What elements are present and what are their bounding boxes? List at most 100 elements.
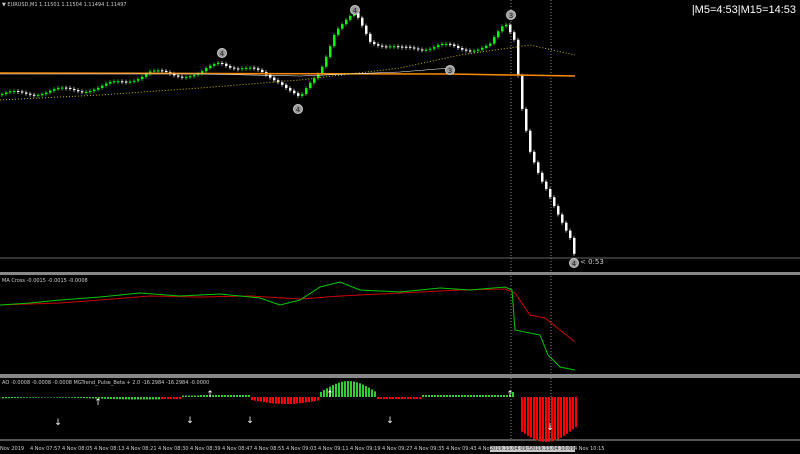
ao-bar <box>449 395 451 397</box>
ao-bar <box>290 397 292 404</box>
candle <box>309 82 312 89</box>
time-axis-label: 4 Nov 08:30 <box>158 446 189 452</box>
candle <box>521 75 524 109</box>
ao-bar <box>122 397 124 400</box>
arrow-up-icon: ↑ <box>326 390 334 400</box>
ao-bar <box>182 395 184 397</box>
ao-bar <box>128 397 130 400</box>
candle <box>369 33 372 42</box>
arrow-down-icon: ↓ <box>54 418 62 428</box>
candle <box>81 91 84 93</box>
candle <box>285 84 288 89</box>
candle <box>225 63 228 66</box>
ao-bar <box>491 395 493 397</box>
ao-bar <box>524 397 526 434</box>
ao-bar <box>176 397 178 399</box>
time-axis-label: 2019.11.04 09:59 <box>490 446 535 452</box>
candle <box>101 85 104 88</box>
candle <box>461 48 464 50</box>
candle <box>21 91 24 93</box>
candle <box>441 43 444 46</box>
ao-bar <box>134 397 136 400</box>
candle <box>97 87 100 90</box>
ao-bar <box>173 397 175 399</box>
ao-bar <box>572 397 574 430</box>
ao-bar <box>161 397 163 399</box>
ao-bar <box>275 397 277 404</box>
ao-bar <box>533 397 535 440</box>
ao-bar <box>71 397 73 398</box>
candle <box>165 70 168 73</box>
candle <box>473 50 476 52</box>
ao-bar <box>521 397 523 432</box>
candle <box>113 81 116 83</box>
ao-bar <box>152 397 154 400</box>
ao-bar <box>422 395 424 397</box>
ao-bar <box>203 395 205 397</box>
candle <box>121 81 124 83</box>
candle <box>445 43 448 45</box>
ao-bar <box>305 397 307 403</box>
panel-separator <box>0 272 800 275</box>
ao-bar <box>83 397 85 399</box>
candle <box>333 34 336 47</box>
ao-bar <box>569 397 571 432</box>
ao-bar <box>425 395 427 397</box>
time-axis-label: 4 Nov 08:47 <box>222 446 253 452</box>
candle <box>129 81 132 83</box>
candle <box>497 31 500 38</box>
ao-bar <box>77 397 79 398</box>
ao-title: AO -0.0008 -0.0008 -0.0008 MGTrend_Pulse… <box>2 380 210 386</box>
ao-bar <box>437 395 439 397</box>
ao-bar <box>35 397 37 398</box>
candle <box>565 222 568 231</box>
candle <box>9 91 12 93</box>
time-axis-label: 4 Nov 08:13 <box>94 446 125 452</box>
ao-bar <box>200 395 202 397</box>
ao-bar <box>227 395 229 397</box>
ao-bar <box>551 397 553 442</box>
candle <box>377 44 380 46</box>
ao-bar <box>434 395 436 397</box>
ao-bar <box>488 395 490 397</box>
time-axis-label: 4 Nov 09:43 <box>446 446 477 452</box>
panel-separator <box>0 374 800 378</box>
ao-bar <box>62 397 64 398</box>
candle <box>401 46 404 48</box>
wave-label: 4 <box>220 50 225 58</box>
ao-bar <box>440 395 442 397</box>
ao-bar <box>365 386 367 397</box>
candle <box>61 87 64 89</box>
ao-bar <box>188 395 190 397</box>
ao-bar <box>539 397 541 442</box>
candle <box>325 56 328 67</box>
candle <box>469 50 472 52</box>
ao-bar <box>542 397 544 442</box>
ao-bar <box>410 397 412 399</box>
ao-bar <box>398 397 400 399</box>
ao-bar <box>116 397 118 400</box>
ao-bar <box>527 397 529 436</box>
ao-bar <box>500 395 502 397</box>
candle <box>109 82 112 84</box>
ao-bar <box>407 397 409 399</box>
ao-bar <box>311 397 313 402</box>
candle <box>261 69 264 73</box>
candle <box>337 28 340 35</box>
candle <box>569 230 572 238</box>
ao-bar <box>479 395 481 397</box>
time-axis-label: Nov 2019 <box>0 446 25 452</box>
ao-bar <box>320 392 322 397</box>
candle <box>541 172 544 182</box>
arrow-up-icon: ↑ <box>206 390 214 400</box>
ao-bar <box>224 395 226 397</box>
ao-bar <box>323 390 325 397</box>
ao-bar <box>254 397 256 401</box>
ao-bar <box>263 397 265 403</box>
candle <box>177 75 180 77</box>
ao-bar <box>185 395 187 397</box>
candle <box>133 80 136 82</box>
ao-bar <box>374 391 376 397</box>
ao-bar <box>266 397 268 403</box>
candle <box>281 82 284 85</box>
